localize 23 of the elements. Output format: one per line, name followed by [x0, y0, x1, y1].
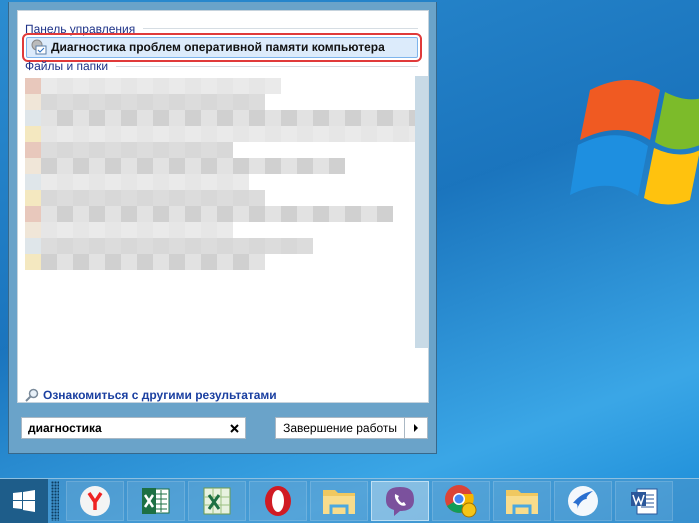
taskbar-app-button[interactable]: [371, 481, 429, 521]
caret-icon: [413, 424, 419, 432]
shutdown-button[interactable]: Завершение работы: [275, 417, 405, 439]
windows-icon: [13, 490, 35, 512]
section-heading: Файлы и папки: [25, 59, 108, 74]
bird-app-icon: [567, 485, 599, 517]
chrome-browser-icon: [444, 484, 478, 518]
taskbar-grip[interactable]: [51, 481, 59, 521]
search-field[interactable]: диагностика: [21, 417, 246, 439]
more-results-link[interactable]: Ознакомиться с другими результатами: [43, 388, 277, 402]
memory-diagnostic-icon: [31, 39, 47, 56]
document-w-icon: [629, 486, 659, 516]
clear-icon[interactable]: [230, 424, 239, 432]
start-button[interactable]: [0, 479, 48, 523]
y-browser-icon: [79, 485, 111, 517]
section-heading: Панель управления: [25, 22, 136, 36]
shutdown-options-button[interactable]: [405, 417, 428, 439]
o-browser-icon: [263, 485, 293, 517]
scrollbar[interactable]: [415, 76, 428, 348]
spreadsheet-icon: [201, 485, 233, 517]
search-icon: [25, 388, 39, 402]
spreadsheet-x-icon: [141, 486, 171, 516]
phone-bubble-icon: [384, 485, 416, 517]
